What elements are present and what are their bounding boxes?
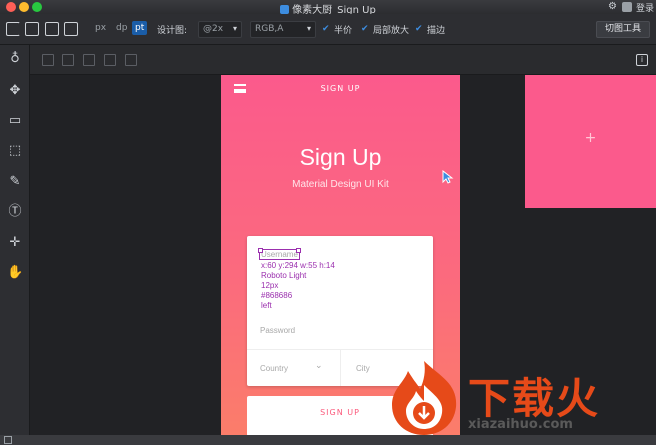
scale-select[interactable]: @2x ▾: [198, 21, 242, 38]
inspect-line: left: [261, 301, 272, 310]
hint-icon[interactable]: ♁: [7, 51, 23, 67]
watermark-logo: 下载火 xiazaihuo.com: [386, 359, 656, 439]
username-field[interactable]: Username: [258, 248, 301, 260]
artboard-header: SIGN UP: [320, 84, 361, 93]
info-icon[interactable]: i: [636, 54, 648, 66]
artboard-title: Sign Up: [299, 144, 382, 170]
color-mode-select[interactable]: RGB,A ▾: [250, 21, 316, 38]
crosshair-icon[interactable]: ✛: [7, 235, 23, 251]
inspect-line: 12px: [261, 281, 279, 290]
add-artboard-icon[interactable]: [6, 22, 20, 36]
main-toolbar: px dp pt 设计图: @2x ▾ RGB,A ▾ ✔ 半价 ✔ 局部放大 …: [0, 14, 656, 45]
checkbox-half-label: 半价: [334, 26, 353, 36]
eyedropper-icon[interactable]: ✎: [7, 174, 23, 190]
align-icon[interactable]: [42, 54, 54, 66]
login-link[interactable]: 登录: [636, 1, 654, 14]
artboard-subtitle: Material Design UI Kit: [292, 179, 389, 190]
checkmark-icon: ✔: [322, 24, 330, 34]
color-mode-value: RGB,A: [255, 24, 284, 34]
chevron-down-icon: ▾: [232, 24, 237, 33]
checkmark-icon: ✔: [415, 24, 423, 34]
chevron-down-icon: ▾: [306, 24, 311, 33]
window-titlebar: 像素大厨_Sign Up ⚙ 登录: [0, 0, 656, 16]
password-field[interactable]: Password: [260, 326, 295, 335]
avatar-icon[interactable]: [621, 2, 632, 12]
folder-icon[interactable]: [25, 22, 39, 36]
unit-pt-toggle[interactable]: pt: [132, 21, 148, 35]
unit-dp-toggle[interactable]: dp: [116, 23, 127, 33]
scale-value: @2x: [203, 24, 224, 34]
inspect-line: x:60 y:294 w:55 h:14: [261, 261, 335, 270]
hand-icon[interactable]: ✋: [7, 265, 23, 281]
frame-icon[interactable]: [83, 54, 95, 66]
flame-logo-icon: [392, 361, 457, 435]
inspect-line: #868686: [261, 291, 293, 300]
design-label: 设计图:: [157, 26, 188, 36]
text-style-icon[interactable]: [62, 54, 74, 66]
inspect-tooltip: x:60 y:294 w:55 h:14 Roboto Light 12px #…: [261, 261, 335, 311]
marquee-icon[interactable]: ⬚: [7, 143, 23, 159]
text-icon[interactable]: Ⓣ: [7, 204, 23, 220]
unit-px-toggle[interactable]: px: [95, 23, 106, 33]
secondary-toolbar: i: [30, 45, 656, 75]
save-icon[interactable]: [45, 22, 59, 36]
export-icon[interactable]: [64, 22, 78, 36]
plus-icon: +: [584, 130, 597, 146]
watermark-url: xiazaihuo.com: [468, 417, 573, 432]
country-select[interactable]: Country: [260, 364, 288, 373]
checkbox-stroke[interactable]: ✔ 描边: [415, 23, 446, 37]
checkbox-local-zoom-label: 局部放大: [373, 26, 410, 36]
titlebar-right: ⚙ 登录: [608, 0, 654, 14]
move-icon[interactable]: ✥: [7, 83, 23, 99]
app-icon: [280, 5, 290, 14]
grid-icon[interactable]: [104, 54, 116, 66]
divider: [340, 349, 341, 386]
status-icon: [4, 436, 12, 444]
city-field[interactable]: City: [356, 364, 370, 373]
checkbox-stroke-label: 描边: [427, 26, 446, 36]
checkbox-half[interactable]: ✔ 半价: [322, 23, 353, 37]
checkbox-local-zoom[interactable]: ✔ 局部放大: [361, 23, 410, 37]
gear-icon[interactable]: ⚙: [608, 2, 618, 12]
chevron-down-icon: ⌄: [315, 361, 323, 371]
layers-icon[interactable]: [125, 54, 137, 66]
checkmark-icon: ✔: [361, 24, 369, 34]
mouse-cursor-icon: [442, 170, 454, 184]
tool-rail: ♁ ✥ ▭ ⬚ ✎ Ⓣ ✛ ✋: [0, 45, 30, 435]
secondary-artboard[interactable]: +: [525, 75, 656, 208]
ruler-icon[interactable]: ▭: [7, 113, 23, 129]
inspect-line: Roboto Light: [261, 271, 307, 280]
cut-tool-button[interactable]: 切图工具: [596, 21, 650, 38]
